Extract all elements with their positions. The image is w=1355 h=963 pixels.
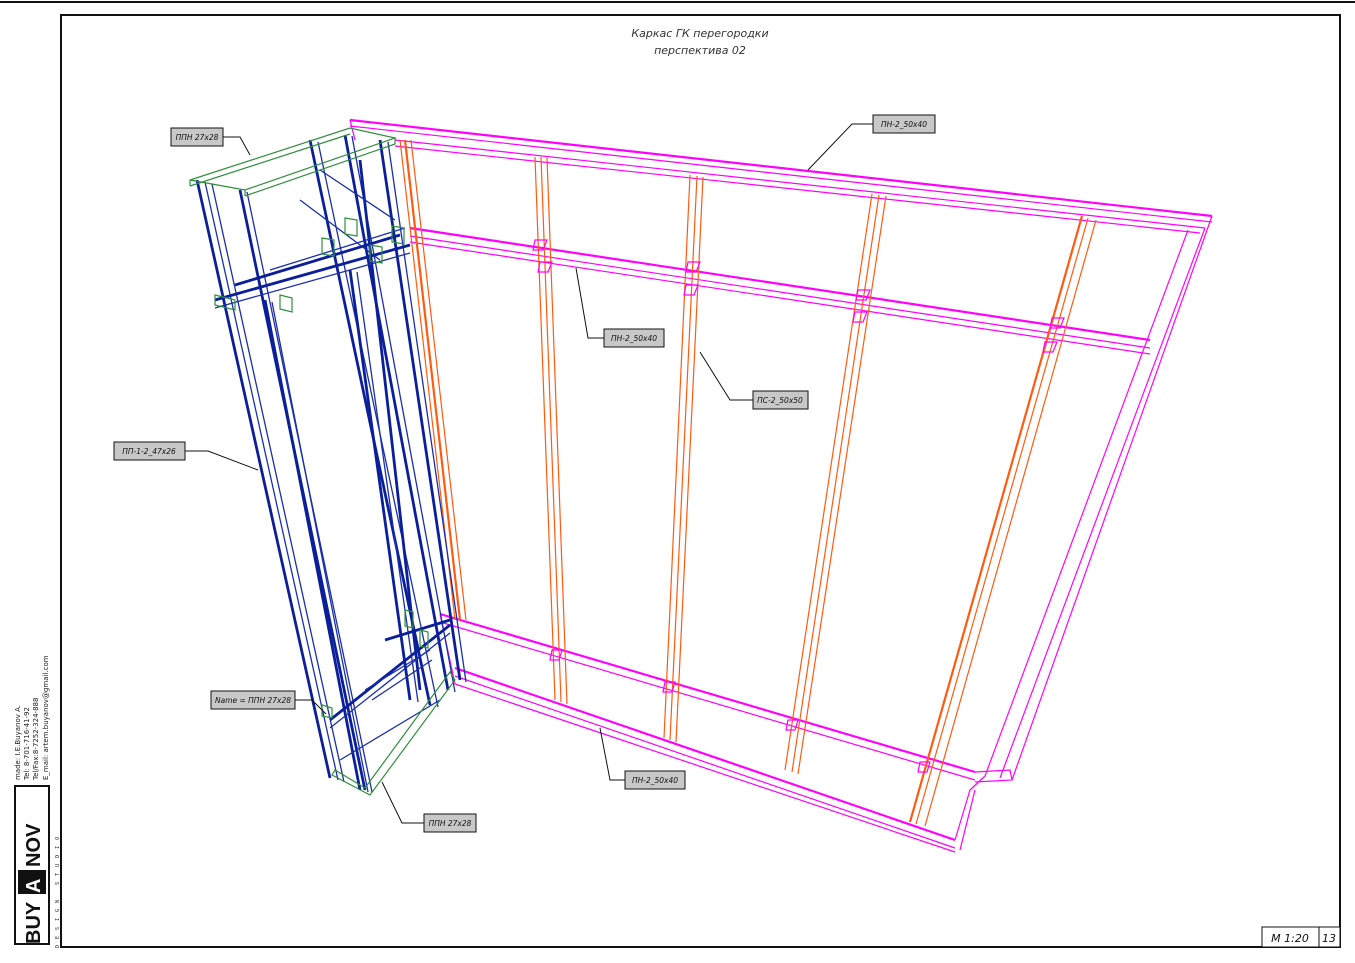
author-email: E_mail: artem.buyanov@gmail.com [42,655,50,780]
scale-stamp: М 1:20 13 [1261,926,1341,948]
svg-text:ПН-2_50x40: ПН-2_50x40 [632,776,678,785]
svg-text:ПН-2_50x40: ПН-2_50x40 [881,120,927,129]
drawing-sheet: Каркас ГК перегородки перспектива 02 ППН… [0,1,1355,948]
label-ppn-top: ППН 27x28 [170,127,251,156]
svg-text:ПН-2_50x40: ПН-2_50x40 [611,334,657,343]
sheet-number: 13 [1322,932,1336,945]
partition-guide-frame [349,118,1213,853]
label-ps-stud: ПС-2_50x50 [699,351,809,410]
label-ppn-name: Name = ППН 27x28 [210,690,327,715]
logo-part1: BUY [23,901,45,944]
svg-text:ПП-1-2_47x26: ПП-1-2_47x26 [122,447,176,456]
scale-value: М 1:20 [1271,932,1309,945]
studio-logo: BUY A NOV DESIGN STUDIO [14,785,61,948]
author-contact-block: made: I.E.Buyanov A. Tel: 8-701-716-41-9… [14,655,50,781]
label-pn-top-right: ПН-2_50x40 [807,114,936,171]
stud-brackets [532,239,1065,773]
label-pp-left: ПП-1-2_47x26 [113,441,259,471]
svg-text:Name = ППН 27x28: Name = ППН 27x28 [215,696,291,705]
svg-text:ППН 27x28: ППН 27x28 [176,133,219,142]
author-tel: Tel: 8-701-716-41-92 [23,707,31,781]
author-made: made: I.E.Buyanov A. [14,705,22,780]
svg-text:ППН 27x28: ППН 27x28 [429,819,472,828]
svg-text:ПС-2_50x50: ПС-2_50x50 [757,396,803,405]
drawing-title: Каркас ГК перегородки [631,27,768,40]
label-pn-middle: ПН-2_50x40 [575,267,665,348]
drawing-frame [60,14,1341,948]
logo-part2: A [23,879,45,893]
label-ppn-bottom: ППН 27x28 [381,781,477,833]
logo-tagline: DESIGN STUDIO [55,831,61,948]
drawing-subtitle: перспектива 02 [654,44,746,57]
author-telfax: Tel/Fax:8-7252-324-888 [32,698,40,781]
logo-part3: NOV [23,823,45,867]
